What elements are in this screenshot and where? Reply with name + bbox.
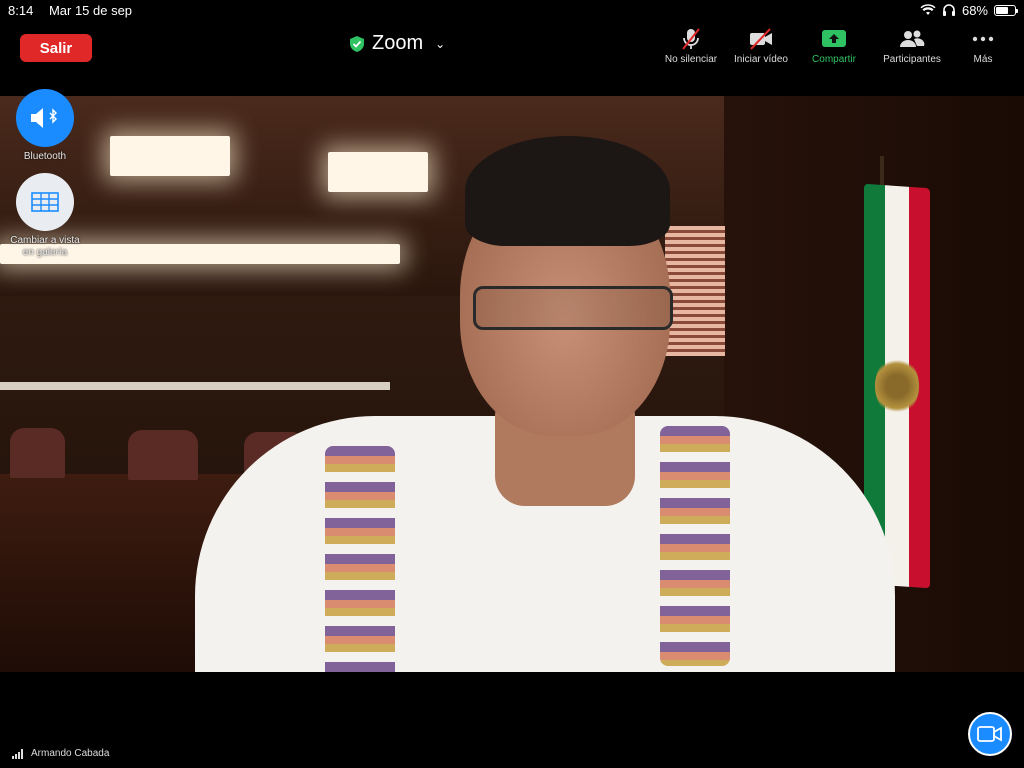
start-video-button[interactable]: Iniciar vídeo — [726, 26, 796, 65]
video-camera-icon — [977, 726, 1002, 742]
more-label: Más — [973, 54, 993, 65]
speaker-bluetooth-icon — [31, 108, 57, 128]
meeting-info-button[interactable]: Zoom ⌄ — [350, 32, 445, 55]
more-dots-icon — [972, 36, 994, 42]
share-button[interactable]: Compartir — [796, 26, 872, 65]
audio-route-circle — [16, 89, 74, 147]
glasses — [473, 286, 673, 330]
participant-name: Armando Cabada — [31, 748, 110, 759]
wifi-icon — [920, 4, 936, 15]
switch-camera-button[interactable] — [968, 712, 1012, 756]
hair — [465, 136, 670, 246]
active-speaker-video[interactable] — [0, 96, 1024, 672]
headphones-icon — [942, 4, 955, 16]
unmute-label: No silenciar — [664, 54, 718, 65]
participant-person — [195, 136, 895, 672]
participants-button[interactable]: Participantes — [872, 26, 952, 65]
participants-icon — [900, 30, 925, 47]
meeting-toolbar: No silenciar Iniciar vídeo Compartir Par… — [656, 26, 1014, 65]
gallery-view-circle — [16, 173, 74, 231]
status-time: 8:14 — [8, 2, 34, 18]
video-camera-off-icon — [750, 28, 772, 50]
grid-icon — [31, 192, 59, 212]
signal-strength-icon — [12, 748, 23, 759]
status-left: 8:14 Mar 15 de sep — [8, 3, 144, 18]
shirt-embroidery — [660, 426, 730, 666]
gallery-view-label: Cambiar a vista en galería — [10, 235, 80, 258]
battery-icon — [994, 4, 1018, 16]
start-video-label: Iniciar vídeo — [734, 54, 788, 65]
audio-route-label: Bluetooth — [23, 151, 67, 162]
share-screen-icon — [822, 30, 846, 47]
battery-percent: 68% — [961, 2, 988, 18]
unmute-button[interactable]: No silenciar — [656, 26, 726, 65]
audio-route-button[interactable]: Bluetooth — [0, 89, 90, 163]
chair — [128, 430, 198, 480]
shield-icon — [350, 35, 364, 52]
chair — [10, 428, 65, 478]
battery-fill — [996, 6, 1009, 14]
leave-button[interactable]: Salir — [20, 34, 92, 62]
status-bar: 8:14 Mar 15 de sep 68% — [0, 0, 1024, 20]
status-date: Mar 15 de sep — [48, 2, 133, 18]
participant-name-tag: Armando Cabada — [12, 748, 109, 759]
microphone-muted-icon — [682, 28, 700, 50]
share-label: Compartir — [812, 54, 856, 65]
gallery-view-button[interactable]: Cambiar a vista en galería — [0, 173, 90, 259]
shirt-embroidery — [325, 446, 395, 672]
meeting-top-bar: Salir Zoom ⌄ No silenciar Iniciar vídeo — [0, 20, 1024, 76]
chevron-down-icon: ⌄ — [435, 36, 446, 51]
meeting-title: Zoom — [372, 32, 424, 54]
participants-label: Participantes — [883, 54, 941, 65]
more-button[interactable]: Más — [952, 26, 1014, 65]
status-right: 68% — [920, 2, 1018, 18]
